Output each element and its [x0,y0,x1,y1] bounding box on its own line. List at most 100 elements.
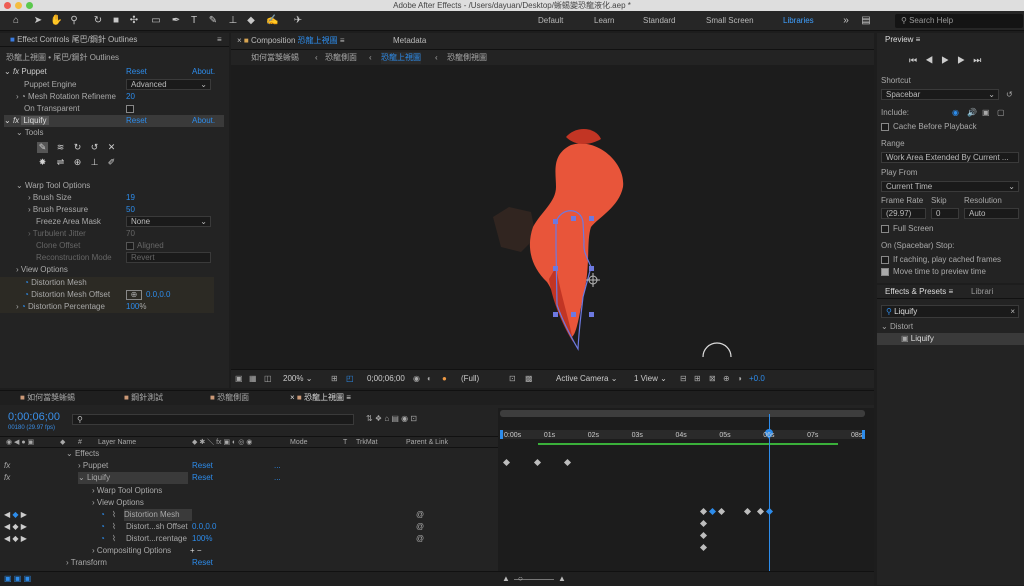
zoom-out-icon[interactable]: ▲ [502,573,510,585]
distort-category[interactable]: ⌄ Distort [881,321,913,333]
stopwatch-icon[interactable]: ◔ [21,302,26,311]
reset-icon[interactable]: ↺ [1006,89,1013,101]
stopwatch-icon[interactable]: ◔ [0,278,29,287]
view-options-row[interactable]: › View Options [92,497,144,509]
panel-menu-icon[interactable]: ≡ [217,33,222,47]
effects-group-row[interactable]: ⌄ Effects [66,448,99,460]
roto-brush-icon[interactable]: ✍ [266,14,278,27]
home-icon[interactable]: ⌂ [10,14,22,27]
skip-select[interactable]: 0 [931,208,959,219]
rectangle-icon[interactable]: ▭ [150,14,162,27]
workspace-menu-icon[interactable]: » [840,14,852,27]
stopwatch-icon[interactable]: ◔ [0,290,29,299]
keyframe-marker[interactable] [744,507,752,516]
play-icon[interactable]: ▶ [941,55,957,65]
warp-tool-icon[interactable]: ✎ [37,142,48,153]
workspace-standard[interactable]: Standard [643,16,675,25]
toggle-transparency-icon[interactable]: ▩ [525,373,533,385]
layer-controls-icon[interactable]: ▢ [997,107,1005,119]
if-caching-checkbox[interactable] [881,256,889,264]
distortion-percentage-layer-row[interactable]: ◀ ◆ ▶ ◔ ⌇ Distort...rcentage 100% @ [4,533,498,545]
twirl-cw-tool-icon[interactable]: ↻ [72,142,83,153]
timeline-tab-0[interactable]: ■ 如何當獎蜥蜴 [20,392,75,404]
frame-rate-select[interactable]: (29.97) [881,208,926,219]
timeline-tab-3[interactable]: × ■ 恐龍上視圖 ≡ [290,392,351,404]
type-icon[interactable]: T [188,14,200,27]
next-frame-icon[interactable]: ▶ [957,55,973,65]
mask-visibility-icon[interactable]: ◫ [264,373,272,385]
first-frame-icon[interactable]: ⏮ [909,55,925,65]
keyframe-marker[interactable] [502,458,511,467]
move-time-checkbox[interactable] [881,268,889,276]
keyframe-marker[interactable] [700,531,708,540]
show-snapshot-icon[interactable]: ◐ [427,373,432,385]
video-toggle-icon[interactable]: ◉ [952,107,959,119]
play-from-select[interactable]: Current Time ⌄ [881,181,1019,192]
layer-name-header[interactable]: Layer Name [98,437,136,449]
composition-tab[interactable]: × ■ Composition 恐龍上視圖 ≡ Metadata [231,33,874,49]
hand-icon[interactable]: ✋ [50,14,62,27]
cache-before-playback-checkbox[interactable] [881,123,889,131]
panel-menu-icon[interactable]: ≡ [340,36,345,45]
shift-pixels-tool-icon[interactable]: ⇌ [55,157,66,168]
close-window-button[interactable] [4,2,11,9]
puppet-engine-select[interactable]: Advanced ⌄ [126,79,211,90]
eraser-icon[interactable]: ◆ [245,14,257,27]
composition-viewer[interactable] [231,67,874,367]
flowchart-icon[interactable]: ⊕ [723,373,730,385]
transform-reset-link[interactable]: Reset [192,557,213,569]
resolution-icon[interactable]: ⊞ [331,373,338,385]
expression-icon[interactable]: @ [416,509,424,521]
search-help-input[interactable]: ⚲ Search Help [895,14,1023,28]
timeline-tab-2[interactable]: ■ 恐龍側面 [210,392,249,404]
freeze-area-mask-select[interactable]: None ⌄ [126,216,211,227]
pucker-tool-icon[interactable]: ✕ [106,142,117,153]
current-time-display[interactable]: 0;00;06;00 [367,373,405,385]
expression-icon[interactable]: @ [416,533,424,545]
keyframe-marker[interactable] [700,519,708,528]
timeline-icon[interactable]: ⊠ [709,373,716,385]
effect-controls-tab[interactable]: ■ Effect Controls 尾巴/鋼針 Outlines ≡ [0,33,229,47]
mesh-rotation-value[interactable]: 20 [126,91,135,103]
warp-tool-options-row[interactable]: › Warp Tool Options [92,485,162,497]
graph-icon[interactable]: ⌇ [112,533,116,545]
zoom-window-button[interactable] [26,2,33,9]
timeline-tool-icons[interactable]: ⇅ ❖ ⌂ ▤ ◉ ⊡ [366,413,417,425]
warp-tool-options-label[interactable]: ⌄ Warp Tool Options [16,180,90,192]
workspace-libraries[interactable]: Libraries [783,16,814,25]
effects-presets-tab[interactable]: Effects & Presets ≡ Librari [877,285,1024,299]
reconstruction-tool-icon[interactable]: ✐ [106,157,117,168]
breadcrumb-item-0[interactable]: 如何當獎蜥蜴 [251,52,299,64]
view-options-label[interactable]: › View Options [16,264,68,276]
puppet-about-button[interactable]: About. [192,66,215,78]
liquify-about-button[interactable]: About. [192,115,215,127]
pan-behind-icon[interactable]: ✣ [128,14,140,27]
keyframe-nav-icon[interactable]: ◀ ◆ ▶ [4,533,27,545]
graph-icon[interactable]: ⌇ [112,509,116,521]
views-select[interactable]: 1 View ⌄ [634,373,667,385]
zoom-slider-knob[interactable]: ○ [518,573,523,585]
footer-toggle-icons[interactable]: ▣ ▣ ▣ [4,573,31,585]
metadata-tab[interactable]: Metadata [393,33,426,49]
region-of-interest-icon[interactable]: ⊡ [509,373,516,385]
distortion-mesh-offset-layer-row[interactable]: ◀ ◆ ▶ ◔ ⌇ Distort...sh Offset 0.0,0.0 @ [4,521,498,533]
range-select[interactable]: Work Area Extended By Current ... [881,152,1019,163]
reset-exposure-icon[interactable]: ◑ [737,373,742,385]
breadcrumb-item-3[interactable]: 恐龍側視圖 [447,52,487,64]
grid-icon[interactable]: ▦ [249,373,257,385]
compositing-options-row[interactable]: › Compositing Options + − [92,545,202,557]
crosshair-icon[interactable]: ⊕ [126,290,142,300]
effects-search-input[interactable]: ⚲ Liquify × [881,305,1019,318]
toggle-pixel-icon[interactable]: ⊟ [680,373,687,385]
keyframe-nav-icon[interactable]: ◀ ◆ ▶ [4,509,27,521]
brush-pressure-value[interactable]: 50 [126,204,135,216]
selection-arrow-icon[interactable]: ➤ [32,14,44,27]
keyframe-nav-icon[interactable]: ◀ ◆ ▶ [4,521,27,533]
quality-select[interactable]: (Full) [461,373,479,385]
zoom-select[interactable]: 200% ⌄ [283,373,312,385]
twirl-ccw-tool-icon[interactable]: ↺ [89,142,100,153]
distortion-mesh-row[interactable]: ◔ Distortion Mesh [0,277,214,289]
zoom-in-icon[interactable]: ▲ [558,573,566,585]
libraries-tab[interactable]: Librari [971,285,993,299]
keyframe-marker[interactable] [757,507,765,516]
